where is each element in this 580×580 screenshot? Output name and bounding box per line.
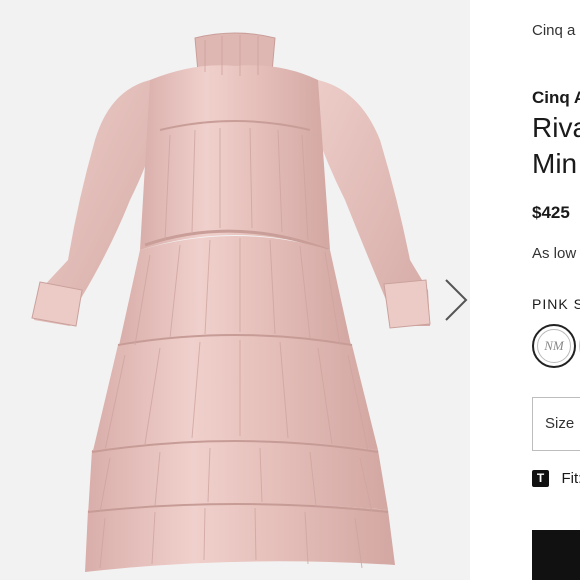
- product-details-panel: Cinq a Cinq A Riva Min $425 As low PINK …: [470, 0, 580, 580]
- size-select[interactable]: Size: [532, 397, 580, 451]
- fit-info[interactable]: T Fit:: [532, 470, 580, 490]
- product-gallery: [0, 0, 470, 580]
- color-swatch-pink[interactable]: NM: [532, 324, 576, 368]
- next-image-button[interactable]: [436, 270, 470, 330]
- product-image: [31, 32, 431, 572]
- color-label: PINK S: [532, 296, 580, 312]
- breadcrumb[interactable]: Cinq a: [532, 22, 575, 39]
- installment-text: As low: [532, 245, 577, 262]
- product-price: $425: [532, 203, 570, 222]
- size-select-label: Size: [545, 415, 575, 432]
- product-title-line-2: Min: [532, 148, 578, 179]
- add-to-bag-button[interactable]: [532, 530, 580, 580]
- fit-icon: T: [532, 470, 549, 488]
- chevron-right-icon: [445, 279, 468, 321]
- product-title-line-1: Riva: [532, 112, 580, 143]
- swatch-logo: NM: [537, 329, 571, 363]
- brand-name[interactable]: Cinq A: [532, 88, 580, 108]
- fit-label: Fit:: [561, 470, 580, 488]
